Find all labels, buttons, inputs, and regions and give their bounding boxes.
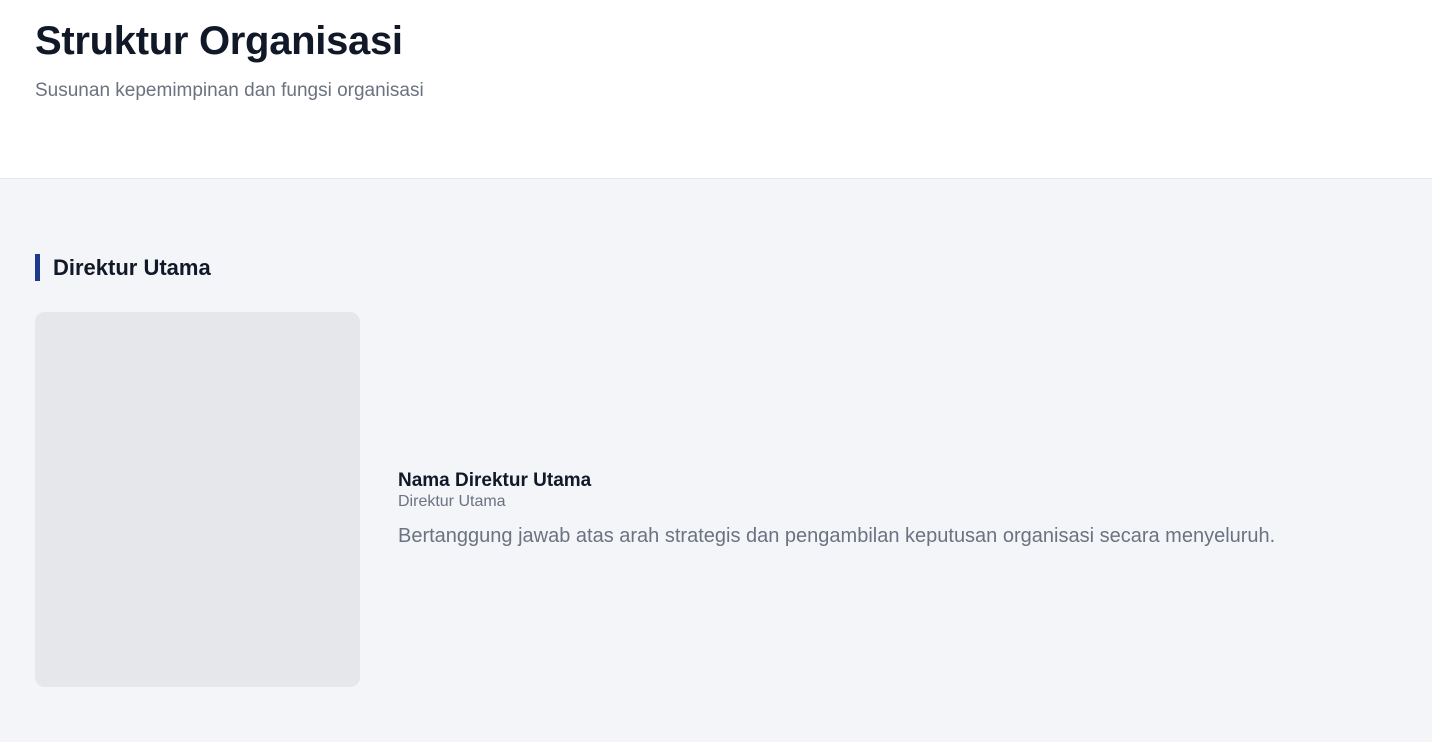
main-content: Direktur Utama Nama Direktur Utama Direk… <box>0 179 1432 742</box>
page-title: Struktur Organisasi <box>35 19 403 63</box>
profile-description: Bertanggung jawab atas arah strategis da… <box>398 525 1276 547</box>
section-accent-bar <box>35 254 40 281</box>
page-subtitle: Susunan kepemimpinan dan fungsi organisa… <box>35 80 424 101</box>
profile-name: Nama Direktur Utama <box>398 470 592 491</box>
page-header: Struktur Organisasi Susunan kepemimpinan… <box>0 0 1432 179</box>
section-heading: Direktur Utama <box>35 254 211 281</box>
profile-role: Direktur Utama <box>398 493 506 510</box>
section-title: Direktur Utama <box>53 255 211 280</box>
profile-info: Nama Direktur Utama Direktur Utama Berta… <box>398 469 1398 549</box>
profile-photo-placeholder <box>35 312 360 687</box>
